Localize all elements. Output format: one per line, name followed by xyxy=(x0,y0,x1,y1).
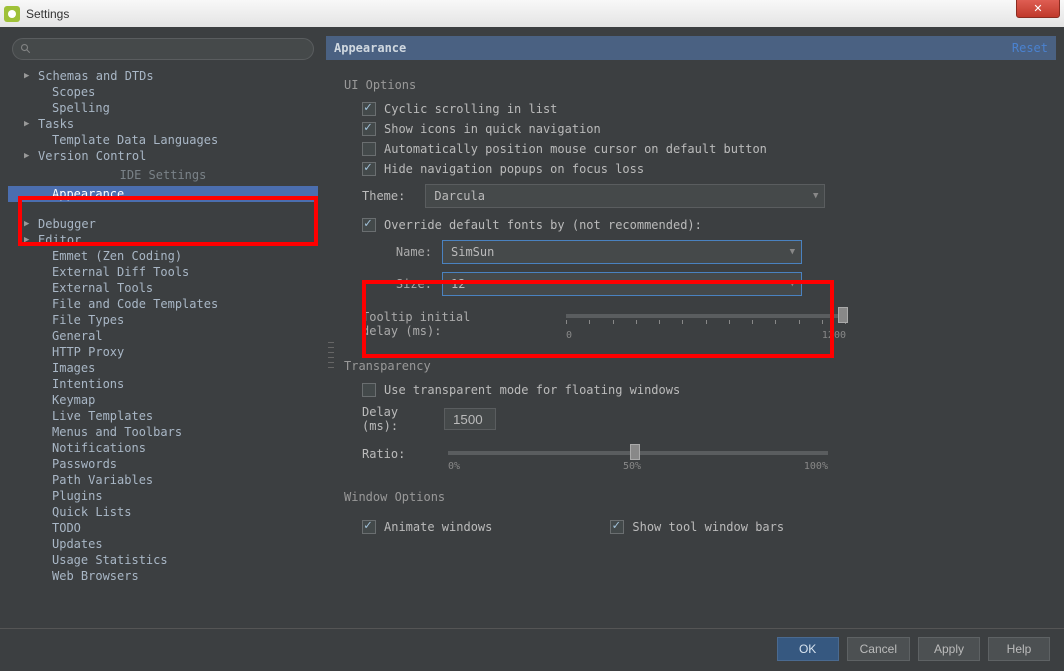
sidebar: Schemas and DTDsScopesSpellingTasksTempl… xyxy=(8,36,318,620)
label-transparent-mode: Use transparent mode for floating window… xyxy=(384,383,680,397)
sidebar-item[interactable]: Usage Statistics xyxy=(8,552,318,568)
sidebar-item[interactable]: External Tools xyxy=(8,280,318,296)
sidebar-item-appearance[interactable]: Appearance xyxy=(8,186,318,202)
sidebar-item[interactable]: Path Variables xyxy=(8,472,318,488)
checkbox-cyclic-scrolling[interactable] xyxy=(362,102,376,116)
font-name-label: Name: xyxy=(382,245,432,259)
titlebar: Settings ✕ xyxy=(0,0,1064,28)
tooltip-delay-label: Tooltip initial delay (ms): xyxy=(362,306,512,338)
sidebar-item[interactable]: File and Code Templates xyxy=(8,296,318,312)
sidebar-item[interactable]: Images xyxy=(8,360,318,376)
font-name-select[interactable]: SimSun xyxy=(442,240,802,264)
theme-label: Theme: xyxy=(362,189,405,203)
settings-tree[interactable]: Schemas and DTDsScopesSpellingTasksTempl… xyxy=(8,66,318,620)
sidebar-item[interactable]: Quick Lists xyxy=(8,504,318,520)
sidebar-item[interactable]: Version Control xyxy=(8,148,318,164)
sidebar-item[interactable]: Plugins xyxy=(8,488,318,504)
sidebar-item[interactable]: Schemas and DTDs xyxy=(8,68,318,84)
slider-thumb[interactable] xyxy=(630,444,640,460)
ratio-label: Ratio: xyxy=(362,443,434,461)
checkbox-tool-window-bars[interactable] xyxy=(610,520,624,534)
sidebar-item[interactable]: Web Browsers xyxy=(8,568,318,584)
sidebar-item[interactable]: Scopes xyxy=(8,84,318,100)
label-animate-windows: Animate windows xyxy=(384,520,492,534)
group-window-options: Window Options xyxy=(344,490,1038,504)
sidebar-item[interactable]: Updates xyxy=(8,536,318,552)
label-show-icons: Show icons in quick navigation xyxy=(384,122,601,136)
sidebar-item[interactable]: External Diff Tools xyxy=(8,264,318,280)
font-size-label: Size: xyxy=(382,277,432,291)
sidebar-item[interactable]: Editor xyxy=(8,232,318,248)
sidebar-item[interactable]: HTTP Proxy xyxy=(8,344,318,360)
slider-thumb[interactable] xyxy=(838,307,848,323)
sidebar-item[interactable]: Notifications xyxy=(8,440,318,456)
font-size-select[interactable]: 12 xyxy=(442,272,802,296)
checkbox-override-fonts[interactable] xyxy=(362,218,376,232)
dialog-footer: OK Cancel Apply Help xyxy=(0,628,1064,668)
sidebar-item[interactable]: Passwords xyxy=(8,456,318,472)
help-button[interactable]: Help xyxy=(988,637,1050,661)
group-ui-options: UI Options xyxy=(344,78,1038,92)
window-title: Settings xyxy=(26,7,69,21)
tooltip-delay-slider[interactable] xyxy=(566,314,846,318)
theme-select[interactable]: Darcula xyxy=(425,184,825,208)
sidebar-item[interactable]: General xyxy=(8,328,318,344)
sidebar-item[interactable]: File Types xyxy=(8,312,318,328)
label-cyclic-scrolling: Cyclic scrolling in list xyxy=(384,102,557,116)
delay-input[interactable] xyxy=(444,408,496,430)
sidebar-item[interactable]: Keymap xyxy=(8,392,318,408)
sidebar-item[interactable]: Intentions xyxy=(8,376,318,392)
ide-settings-header: IDE Settings xyxy=(8,166,318,184)
search-input[interactable] xyxy=(12,38,314,60)
checkbox-transparent-mode[interactable] xyxy=(362,383,376,397)
app-icon xyxy=(4,6,20,22)
delay-label: Delay (ms): xyxy=(362,405,434,433)
apply-button[interactable]: Apply xyxy=(918,637,980,661)
checkbox-animate-windows[interactable] xyxy=(362,520,376,534)
sidebar-item[interactable]: Spelling xyxy=(8,100,318,116)
sidebar-item[interactable]: Template Data Languages xyxy=(8,132,318,148)
label-auto-cursor: Automatically position mouse cursor on d… xyxy=(384,142,767,156)
checkbox-auto-cursor[interactable] xyxy=(362,142,376,156)
ratio-slider[interactable] xyxy=(448,451,828,455)
reset-link[interactable]: Reset xyxy=(1012,41,1048,55)
sidebar-item[interactable]: Menus and Toolbars xyxy=(8,424,318,440)
label-hide-popups: Hide navigation popups on focus loss xyxy=(384,162,644,176)
label-tool-window-bars: Show tool window bars xyxy=(632,520,784,534)
checkbox-hide-popups[interactable] xyxy=(362,162,376,176)
page-title: Appearance xyxy=(334,41,406,55)
sidebar-item[interactable]: Emmet (Zen Coding) xyxy=(8,248,318,264)
checkbox-show-icons[interactable] xyxy=(362,122,376,136)
cancel-button[interactable]: Cancel xyxy=(847,637,910,661)
splitter-handle[interactable] xyxy=(328,340,334,370)
ok-button[interactable]: OK xyxy=(777,637,839,661)
label-override-fonts: Override default fonts by (not recommend… xyxy=(384,218,702,232)
search-icon xyxy=(20,43,32,55)
sidebar-item[interactable]: Tasks xyxy=(8,116,318,132)
group-transparency: Transparency xyxy=(344,359,1038,373)
close-button[interactable]: ✕ xyxy=(1016,0,1060,18)
sidebar-item[interactable]: TODO xyxy=(8,520,318,536)
sidebar-item[interactable]: Debugger xyxy=(8,216,318,232)
sidebar-item[interactable]: Live Templates xyxy=(8,408,318,424)
main-panel: Appearance Reset UI Options Cyclic scrol… xyxy=(326,36,1056,620)
